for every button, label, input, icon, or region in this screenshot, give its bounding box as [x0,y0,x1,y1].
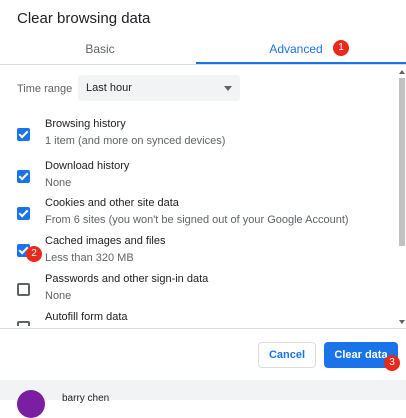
cookies-checkbox[interactable] [17,207,30,220]
dialog-title: Clear browsing data [17,10,151,27]
option-cookies: Cookies and other site data From 6 sites… [0,197,398,235]
option-subtitle: Less than 320 MB [45,252,134,264]
tab-basic[interactable]: Basic [0,36,200,64]
option-subtitle: From 6 sites (you won't be signed out of… [45,214,349,226]
step-badge-2: 2 [26,246,42,262]
options-panel: Time range Last hour Browsing history 1 … [0,66,398,326]
step-badge-3: 3 [384,355,400,371]
tabs-divider [0,64,406,65]
download-history-checkbox[interactable] [17,170,30,183]
option-browsing-history: Browsing history 1 item (and more on syn… [0,118,398,156]
passwords-checkbox[interactable] [17,283,30,296]
option-title: Autofill form data [45,311,128,323]
option-title: Browsing history [45,118,126,130]
scroll-down-icon[interactable] [399,320,405,324]
time-range-label: Time range [17,83,73,95]
option-title: Download history [45,160,130,172]
autofill-checkbox[interactable] [17,321,30,326]
option-title: Passwords and other sign-in data [45,273,209,285]
cancel-button[interactable]: Cancel [258,342,316,368]
option-autofill: Autofill form data [0,311,398,326]
option-subtitle: None [45,177,72,189]
vertical-scrollbar[interactable] [398,66,406,326]
option-download-history: Download history None [0,160,398,198]
option-title: Cookies and other site data [45,197,179,209]
option-passwords: Passwords and other sign-in data None [0,273,398,311]
profile-bar: barry chen [0,380,406,418]
browsing-history-checkbox[interactable] [17,128,30,141]
tab-bar: Basic Advanced 1 [0,36,406,66]
option-title: Cached images and files [45,235,166,247]
scrollbar-thumb[interactable] [399,78,405,246]
profile-name: barry chen [62,393,110,404]
option-cached-images: 2 Cached images and files Less than 320 … [0,235,398,273]
time-range-value: Last hour [86,82,132,94]
footer-divider [0,328,406,329]
chevron-down-icon [224,86,232,91]
option-subtitle: 1 item (and more on synced devices) [45,135,226,147]
step-badge-1: 1 [333,40,349,56]
scroll-up-icon[interactable] [399,70,405,74]
tab-advanced[interactable]: Advanced [200,36,392,64]
time-range-select[interactable]: Last hour [78,75,240,101]
avatar [17,390,45,418]
option-subtitle: None [45,290,72,302]
